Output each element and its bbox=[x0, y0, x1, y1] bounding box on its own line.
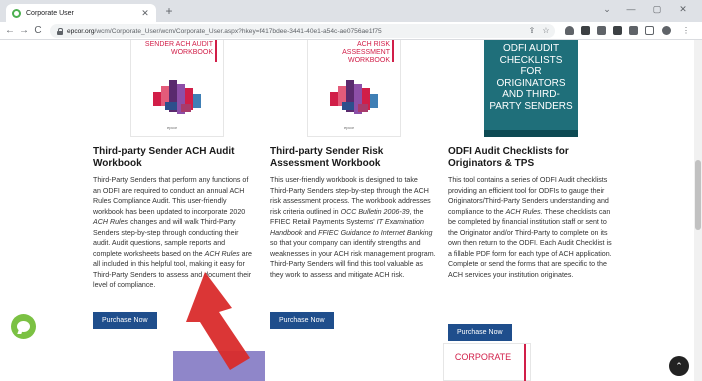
share-icon[interactable]: ⇪ bbox=[526, 25, 538, 37]
browser-tab[interactable]: Corporate User ✕ bbox=[6, 4, 156, 22]
puzzle-icon[interactable] bbox=[629, 26, 638, 35]
tab-search-chevron-icon[interactable]: ⌄ bbox=[598, 4, 616, 15]
extension-icon[interactable] bbox=[581, 26, 590, 35]
new-tab-button[interactable]: + bbox=[162, 4, 176, 18]
window-close-button[interactable]: ✕ bbox=[674, 4, 692, 15]
annotation-arrow bbox=[186, 272, 250, 370]
forward-button[interactable]: → bbox=[18, 24, 30, 38]
lock-icon bbox=[57, 27, 63, 35]
back-button[interactable]: ← bbox=[4, 24, 16, 38]
chat-bubble-icon bbox=[17, 321, 30, 332]
scroll-to-top-button[interactable]: ⌃ bbox=[669, 356, 689, 376]
reload-button[interactable]: C bbox=[32, 24, 44, 38]
minimize-button[interactable]: — bbox=[622, 4, 640, 14]
url-host: epcor.org bbox=[67, 27, 95, 35]
page-content: Sender ACH Audit Workbook epcor Third-pa… bbox=[0, 40, 702, 381]
extension-icon-2[interactable] bbox=[597, 26, 606, 35]
tab-title: Corporate User bbox=[26, 9, 74, 17]
profile-avatar-icon[interactable] bbox=[662, 26, 671, 35]
scrollbar-thumb[interactable] bbox=[695, 160, 701, 230]
side-panel-icon[interactable] bbox=[645, 26, 654, 35]
page-scrollbar[interactable] bbox=[694, 40, 702, 381]
bookmark-star-icon[interactable]: ☆ bbox=[540, 25, 552, 37]
tab-strip: Corporate User ✕ + ⌄ — ▢ ✕ bbox=[0, 0, 702, 22]
favicon-icon bbox=[12, 8, 21, 18]
maximize-button[interactable]: ▢ bbox=[648, 4, 666, 15]
extension-icon-3[interactable] bbox=[613, 26, 622, 35]
shield-extension-icon[interactable] bbox=[565, 26, 574, 35]
menu-kebab-icon[interactable]: ⋮ bbox=[680, 25, 692, 37]
browser-toolbar: ← → C epcor.org/wcm/Corporate_User/wcm/C… bbox=[0, 22, 702, 40]
chat-widget-button[interactable] bbox=[11, 314, 36, 339]
url-path: /wcm/Corporate_User/wcm/Corporate_User.a… bbox=[94, 27, 382, 35]
tab-close-icon[interactable]: ✕ bbox=[140, 8, 150, 19]
address-bar[interactable]: epcor.org/wcm/Corporate_User/wcm/Corpora… bbox=[50, 24, 555, 38]
